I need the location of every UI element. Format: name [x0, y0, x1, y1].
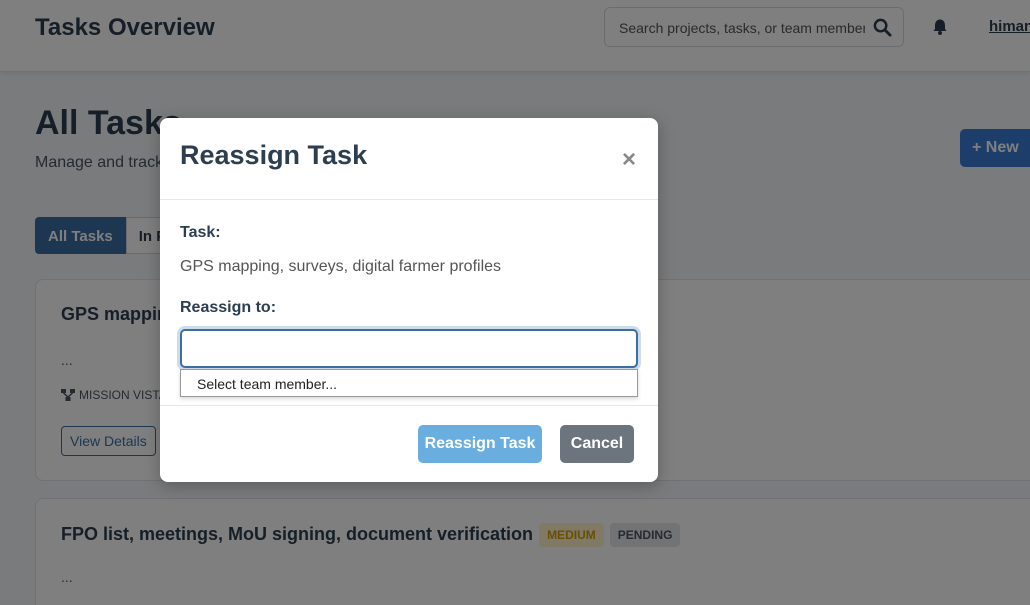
reassign-label: Reassign to: — [180, 299, 277, 316]
task-label: Task: — [180, 224, 221, 241]
team-member-dropdown: Select team member... — [180, 369, 638, 397]
close-icon[interactable]: × — [619, 148, 639, 172]
reassign-task-modal: Reassign Task × Task: GPS mapping, surve… — [160, 118, 658, 482]
reassign-task-button[interactable]: Reassign Task — [418, 425, 542, 463]
cancel-button[interactable]: Cancel — [560, 425, 634, 463]
modal-header: Reassign Task × — [160, 118, 658, 200]
modal-footer-divider — [160, 405, 658, 406]
modal-title: Reassign Task — [180, 140, 368, 170]
team-member-select[interactable] — [177, 326, 641, 371]
dropdown-option-placeholder[interactable]: Select team member... — [197, 376, 337, 392]
task-name: GPS mapping, surveys, digital farmer pro… — [180, 258, 502, 275]
